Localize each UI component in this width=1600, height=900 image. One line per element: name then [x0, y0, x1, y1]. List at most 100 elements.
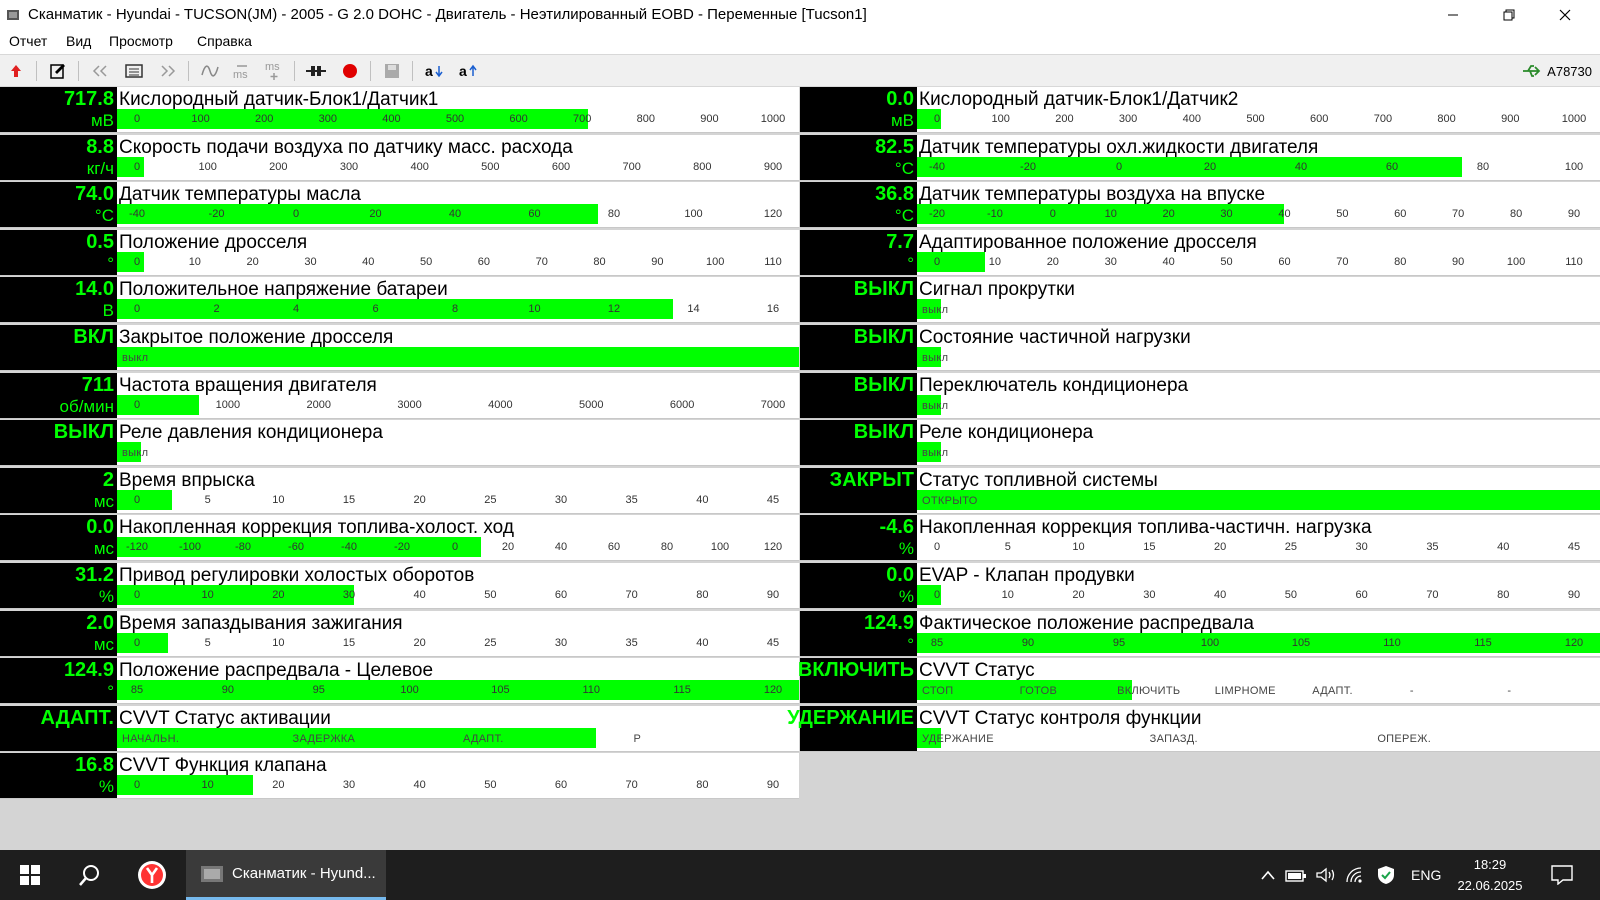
scale-tick: 0 — [133, 160, 141, 173]
scale-tick: 800 — [636, 113, 655, 125]
parameter-value: ВКЛ — [73, 326, 114, 348]
parameter-row[interactable]: 7.7 ° Адаптированное положение дросселя 0 10… — [800, 229, 1600, 276]
clock-time[interactable]: 18:29 — [1455, 857, 1525, 872]
taskbar-app-scanmatik[interactable]: Сканматик - Hyund... — [186, 850, 386, 900]
notification-button[interactable] — [1548, 865, 1576, 885]
scale-tick: 50 — [419, 255, 433, 268]
parameter-row[interactable]: 0.0 мВ Кислородный датчик-Блок1/Датчик2 0 10… — [800, 87, 1600, 133]
minimize-button[interactable] — [1430, 0, 1476, 30]
list-button[interactable] — [122, 60, 146, 82]
tray-chevron[interactable] — [1258, 866, 1278, 884]
parameter-row[interactable]: ВЫКЛ Реле кондиционера выкл — [800, 420, 1600, 467]
parameter-row[interactable]: 124.9 ° Фактическое положение распредвала 8… — [800, 610, 1600, 657]
scale-tick: 60 — [1278, 255, 1291, 268]
scale-tick: 115 — [1474, 636, 1492, 649]
scale-tick: 90 — [1021, 636, 1035, 649]
scale-tick: 80 — [1497, 589, 1510, 601]
parameter-row[interactable]: 0.0 мс Накопленная коррекция топлива-холос… — [0, 515, 799, 562]
tray-wifi[interactable] — [1344, 866, 1368, 884]
save-button[interactable] — [380, 60, 404, 82]
value-scale: выкл — [917, 347, 1600, 367]
parameter-unit: мс — [93, 491, 114, 511]
scale-tick: 95 — [312, 684, 325, 697]
sort-asc-button[interactable]: a — [422, 60, 446, 82]
parameter-row[interactable]: ВЫКЛ Реле давления кондиционера выкл — [0, 420, 799, 467]
sort-desc-button[interactable]: a — [456, 60, 480, 82]
scale-tick: 1000 — [1561, 113, 1587, 125]
menu-report[interactable]: Отчет — [9, 33, 47, 49]
scale-tick: 0 — [933, 113, 941, 125]
parameter-row[interactable]: ВКЛЮЧИТЬ CVVT Статус СТОП ГОТОВ ВКЛЮЧИТЬ LIMP… — [798, 658, 1600, 705]
parameter-name: Частота вращения двигателя — [119, 374, 377, 396]
connector-button[interactable] — [304, 60, 328, 82]
search-button[interactable] — [68, 850, 112, 900]
parameter-row[interactable]: АДАПТ. CVVT Статус активации НАЧАЛЬН. ЗАДЕР… — [0, 705, 799, 752]
parameter-row[interactable]: ВЫКЛ Сигнал прокрутки выкл — [800, 277, 1600, 324]
parameter-unit: ° — [907, 253, 914, 273]
parameter-row[interactable]: 74.0 °C Датчик температуры масла -40 -20 0 20 4… — [0, 182, 799, 229]
menu-browse[interactable]: Просмотр — [109, 33, 173, 49]
language-indicator[interactable]: ENG — [1411, 867, 1441, 883]
tray-volume[interactable] — [1314, 866, 1338, 884]
value-bar — [917, 156, 1462, 177]
parameter-row[interactable]: 0.5 ° Положение дросселя 0 10 20 30 40 50 60 70 80 9… — [0, 229, 799, 276]
record-button[interactable] — [338, 60, 362, 82]
tray-battery[interactable] — [1284, 866, 1308, 884]
parameter-row[interactable]: 82.5 °C Датчик температуры охл.жидкости дв… — [800, 134, 1600, 181]
state-label: выкл — [122, 352, 149, 364]
prev-button[interactable] — [88, 60, 112, 82]
scale-tick: 200 — [1055, 113, 1074, 125]
ms-plus-button[interactable]: ms — [262, 60, 286, 82]
parameter-row[interactable]: 36.8 °C Датчик температуры воздуха на впус… — [800, 182, 1600, 229]
parameter-row[interactable]: 8.8 кг/ч Скорость подачи воздуха по датчик… — [0, 134, 799, 181]
next-button[interactable] — [156, 60, 180, 82]
parameter-name: Состояние частичной нагрузки — [919, 327, 1191, 348]
parameter-row[interactable]: ВЫКЛ Состояние частичной нагрузки выкл — [800, 325, 1600, 371]
parameter-value: 36.8 — [875, 183, 914, 206]
parameter-row[interactable]: 31.2% Привод регулировки холостых оборото… — [0, 563, 799, 609]
value-bar — [917, 251, 985, 272]
close-button[interactable] — [1542, 0, 1588, 30]
scale-tick: 30 — [1355, 541, 1368, 554]
tray-security[interactable] — [1374, 866, 1398, 884]
taskbar-app-label: Сканматик - Hyund... — [232, 865, 376, 882]
ms-minus-button[interactable]: ms — [230, 60, 254, 82]
exit-button[interactable] — [4, 60, 28, 82]
parameter-row[interactable]: 0.0% EVAP - Клапан продувки 0 10 20 30 40 50 60 7… — [800, 563, 1600, 609]
parameter-row[interactable]: ЗАКРЫТ Статус топливной системы ОТКРЫТО — [800, 467, 1600, 514]
parameter-row[interactable]: 2.0 мс Время запаздывания зажигания 0 5 10 15 2… — [0, 610, 799, 657]
value-box: 124.9 ° — [0, 658, 117, 704]
parameter-row[interactable]: -4.6% Накопленная коррекция топлива-части… — [800, 515, 1600, 562]
scale-tick: 45 — [766, 636, 780, 649]
parameter-row[interactable]: ВКЛ Закрытое положение дросселя выкл — [0, 325, 799, 371]
start-button[interactable] — [8, 850, 52, 900]
graph-button[interactable] — [198, 60, 222, 82]
scale-tick: 20 — [246, 255, 259, 268]
yandex-browser-button[interactable] — [130, 850, 174, 900]
toolbar-separator — [36, 61, 37, 81]
parameter-name: Скорость подачи воздуха по датчику масс.… — [119, 136, 573, 158]
parameter-row[interactable]: 717.8 мВ Кислородный датчик-Блок1/Датчик1 0… — [0, 87, 799, 133]
scale-tick: 400 — [382, 113, 401, 125]
value-scale: 0 10 20 30 40 50 60 70 80 90 — [917, 585, 1600, 605]
parameter-row[interactable]: 124.9 ° Положение распредвала - Целевое 85 9… — [0, 658, 799, 705]
parameter-row[interactable]: ВЫКЛ Переключатель кондиционера выкл — [800, 372, 1600, 419]
parameter-row[interactable]: 14.0 В Положительное напряжение батареи 0 2 4… — [0, 277, 799, 324]
scale-tick: 105 — [1291, 636, 1311, 649]
scale-tick: 50 — [1336, 208, 1349, 221]
parameter-row[interactable]: 2 мс Время впрыска 0 5 10 15 20 25 30 35 40 45 — [0, 467, 799, 514]
menu-help[interactable]: Справка — [197, 33, 252, 49]
parameter-row[interactable]: 16.8% CVVT Функция клапана 0 10 20 30 40 50 60 70… — [0, 753, 799, 800]
restore-button[interactable] — [1486, 0, 1532, 30]
clock-date[interactable]: 22.06.2025 — [1450, 878, 1530, 893]
parameter-row[interactable]: 711 об/мин Частота вращения двигателя 0 1000… — [0, 372, 799, 419]
parameter-row[interactable]: УДЕРЖАНИЕ CVVT Статус контроля функции УДЕ… — [787, 705, 1600, 752]
scale-tick: -40 — [929, 160, 945, 173]
scale-tick: 7000 — [760, 398, 786, 411]
state-label: ОПЕРЕЖ. — [1377, 732, 1432, 745]
report-edit-button[interactable] — [46, 60, 70, 82]
device-indicator[interactable]: A78730 — [1521, 63, 1592, 79]
toolbar-separator — [78, 61, 79, 81]
menu-view[interactable]: Вид — [66, 33, 91, 49]
value-scale: 0 100 200 300 400 500 600 700 800 900 — [117, 156, 799, 177]
